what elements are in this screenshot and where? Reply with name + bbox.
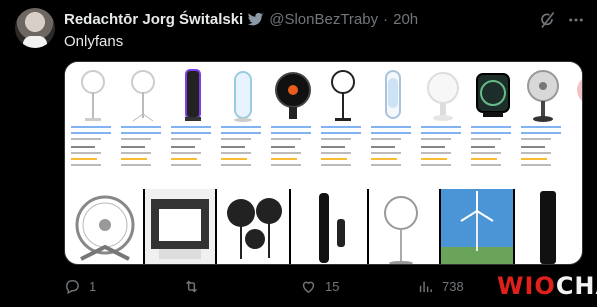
avatar[interactable] <box>15 8 55 48</box>
tweet-text: Onlyfans <box>64 33 124 50</box>
grok-icon[interactable] <box>536 9 558 31</box>
product-card <box>521 68 565 183</box>
reply-icon <box>66 280 79 295</box>
views-button[interactable]: 738 <box>417 278 464 295</box>
fan-images-row <box>65 189 582 264</box>
product-card <box>421 68 465 183</box>
product-card <box>271 68 315 183</box>
product-card <box>71 68 115 183</box>
fan-image <box>145 189 215 264</box>
author-handle[interactable]: @SlonBezTraby <box>269 11 378 28</box>
like-count: 15 <box>325 279 340 294</box>
product-card <box>321 68 365 183</box>
more-icon[interactable] <box>566 10 586 30</box>
product-card <box>471 68 515 183</box>
product-card <box>171 68 215 183</box>
like-button[interactable]: 15 <box>300 278 339 295</box>
shopping-results-screenshot <box>65 62 582 187</box>
product-card <box>221 68 265 183</box>
fan-image <box>291 189 367 264</box>
separator-dot: · <box>383 10 389 28</box>
verified-bird-icon <box>247 12 264 25</box>
fan-image <box>65 189 143 264</box>
fan-image <box>441 189 513 264</box>
author-name[interactable]: Redachtōr Jorg Świtalski <box>64 11 243 28</box>
fan-image <box>515 189 582 264</box>
timestamp[interactable]: 20h <box>393 11 418 28</box>
product-card <box>571 68 582 183</box>
views-count: 738 <box>442 279 464 294</box>
like-icon <box>302 281 315 294</box>
retweet-icon <box>186 280 197 293</box>
reply-button[interactable]: 1 <box>64 278 96 295</box>
fan-image <box>217 189 289 264</box>
product-card <box>371 68 415 183</box>
retweet-button[interactable] <box>183 278 208 295</box>
views-icon <box>419 281 432 293</box>
wiocha-watermark: WIOCHA <box>497 272 597 300</box>
fan-image <box>369 189 439 264</box>
tweet-header: Redachtōr Jorg Świtalski @SlonBezTraby ·… <box>64 9 418 29</box>
tweet-media[interactable] <box>64 61 583 265</box>
product-card <box>121 68 165 183</box>
reply-count: 1 <box>89 279 97 294</box>
